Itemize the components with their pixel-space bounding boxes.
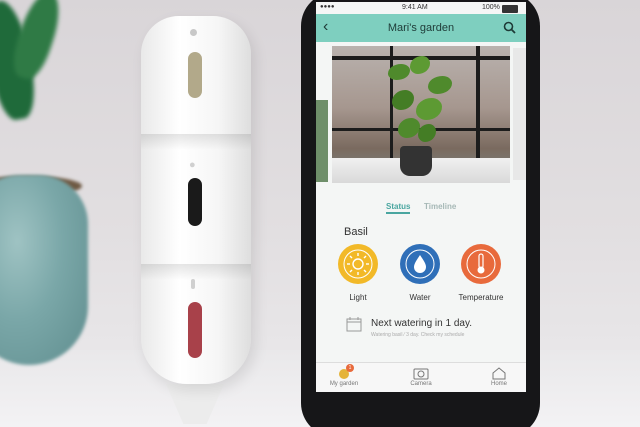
temperature-status-button[interactable] <box>461 244 501 284</box>
planter-pot <box>400 146 432 176</box>
nav-my-garden[interactable]: 1 My garden <box>316 363 371 392</box>
phone-screen: ●●●● 9:41 AM 100% ‹ Mari's garden Status… <box>316 2 526 392</box>
tab-timeline[interactable]: Timeline <box>424 202 456 211</box>
water-label: Water <box>409 293 431 302</box>
temperature-label: Temperature <box>458 293 504 302</box>
nav-camera-label: Camera <box>410 381 432 387</box>
sensor-dot <box>190 29 197 36</box>
sensor-water-indicator <box>188 178 202 226</box>
nav-camera[interactable]: Camera <box>396 363 446 392</box>
background-leaf <box>6 0 68 84</box>
plant-photo[interactable] <box>332 46 510 183</box>
background-pot <box>0 175 88 365</box>
status-bar: ●●●● 9:41 AM 100% <box>316 2 526 14</box>
my-garden-badge: 1 <box>346 364 354 372</box>
watering-calendar-icon <box>346 317 362 332</box>
page-title: Mari's garden <box>387 22 455 34</box>
sun-icon <box>343 249 373 279</box>
camera-icon <box>413 368 429 380</box>
light-status-button[interactable] <box>338 244 378 284</box>
tab-status[interactable]: Status <box>386 202 411 214</box>
tab-bar: Status Timeline <box>316 202 526 216</box>
carousel-prev-card[interactable] <box>316 100 328 182</box>
thermometer-icon <box>466 249 496 279</box>
sensor-temperature-indicator <box>188 302 202 358</box>
bottom-navigation: 1 My garden Camera Home <box>316 362 526 392</box>
plant-name: Basil <box>344 226 368 238</box>
signal-icon: ●●●● <box>320 4 335 10</box>
plant-sensor-device <box>141 16 251 384</box>
home-icon <box>492 367 506 380</box>
sensor-seam <box>141 264 251 280</box>
nav-home-label: Home <box>490 381 507 387</box>
sensor-seam <box>141 134 251 150</box>
carousel-next-card[interactable] <box>513 48 526 180</box>
battery-icon <box>502 5 518 13</box>
water-status-button[interactable] <box>400 244 440 284</box>
app-bar: ‹ Mari's garden <box>316 14 526 42</box>
sensor-light-indicator <box>188 52 202 98</box>
watering-schedule-link[interactable]: Watering basil ⁄ 3 day. Check my schedul… <box>371 332 464 338</box>
status-time: 9:41 AM <box>402 4 428 11</box>
search-icon[interactable] <box>503 21 516 34</box>
sensor-drop-icon: ● <box>189 159 196 171</box>
next-watering-text: Next watering in 1 day. <box>371 318 472 329</box>
sensor-thermometer-icon <box>191 279 195 289</box>
nav-my-garden-label: My garden <box>329 381 359 387</box>
light-label: Light <box>349 293 367 302</box>
photo-scene: ● ●●●● 9:41 AM 100% ‹ Mari's garden Stat… <box>0 0 640 427</box>
battery-label: 100% <box>482 4 500 11</box>
nav-home[interactable]: Home <box>474 363 524 392</box>
water-drop-icon <box>405 249 435 279</box>
